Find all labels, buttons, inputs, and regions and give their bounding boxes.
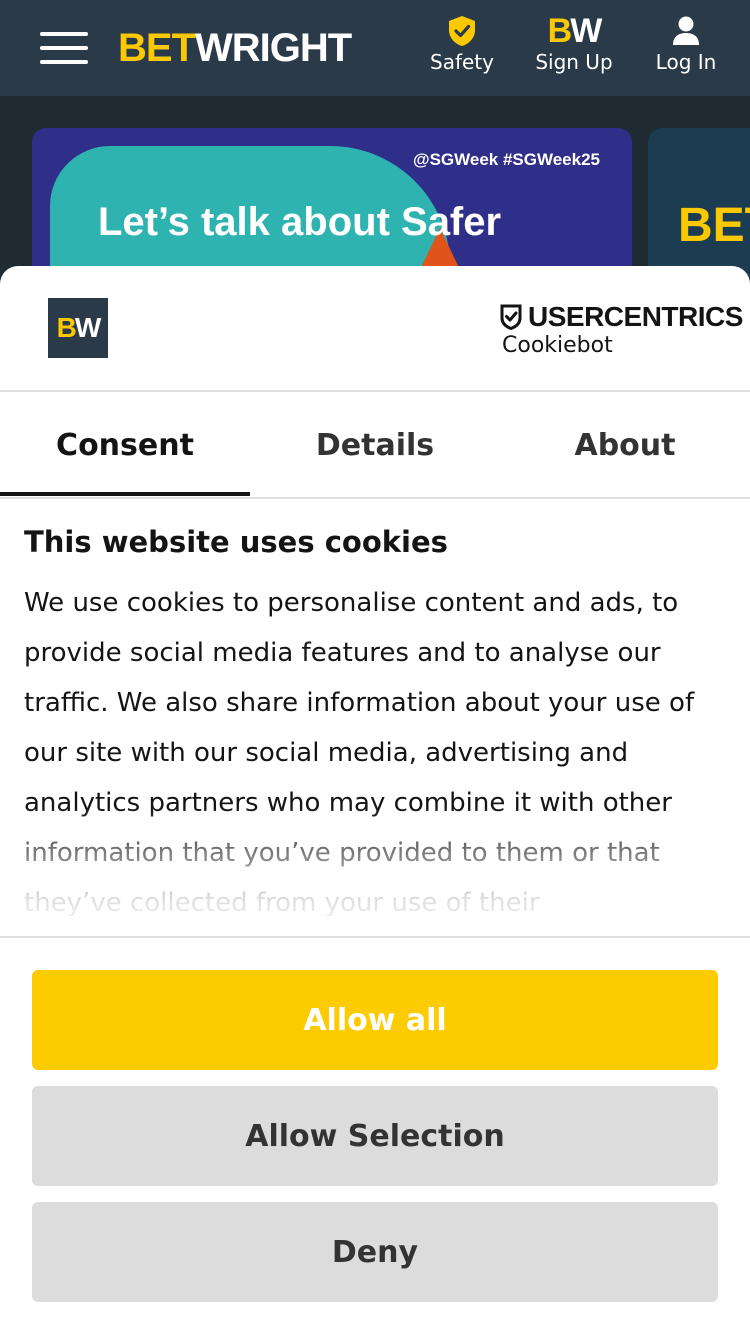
promo-headline: Let’s talk about Safer xyxy=(98,200,502,244)
buttons-divider xyxy=(0,936,750,938)
bw-logo-icon: BW xyxy=(547,12,603,50)
consent-title: This website uses cookies xyxy=(24,525,448,559)
top-header: BETWRIGHT Safety BW Sign Up Log In xyxy=(0,0,750,96)
cookie-consent-dialog: BW USERCENTRICS Cookiebot Consent Detail… xyxy=(0,266,750,1334)
tab-about[interactable]: About xyxy=(500,392,750,498)
nav-safety-label: Safety xyxy=(430,50,494,74)
active-tab-indicator xyxy=(0,492,250,496)
usercentrics-shield-icon xyxy=(500,304,522,330)
promo-hashtag: @SGWeek #SGWeek25 xyxy=(413,150,600,169)
cookiebot-label: Cookiebot xyxy=(502,333,613,358)
site-logo: BW xyxy=(48,298,108,358)
allow-all-button[interactable]: Allow all xyxy=(32,970,718,1070)
tabs-divider xyxy=(0,497,750,499)
promo-next-text: BET xyxy=(678,199,750,252)
tab-details[interactable]: Details xyxy=(250,392,500,498)
nav-safety[interactable]: Safety xyxy=(428,14,496,74)
shield-check-icon xyxy=(428,14,496,48)
brand-logo[interactable]: BETWRIGHT xyxy=(118,26,352,70)
nav-signup[interactable]: BW Sign Up xyxy=(530,14,618,74)
hamburger-menu-icon[interactable] xyxy=(40,32,88,64)
usercentrics-logo[interactable]: USERCENTRICS Cookiebot xyxy=(500,302,743,360)
consent-tabs: Consent Details About xyxy=(0,392,750,498)
content-fade xyxy=(0,806,750,936)
user-icon xyxy=(650,14,722,48)
nav-login-label: Log In xyxy=(655,50,717,74)
deny-button[interactable]: Deny xyxy=(32,1202,718,1302)
nav-signup-label: Sign Up xyxy=(535,50,613,74)
tab-consent[interactable]: Consent xyxy=(0,392,250,498)
nav-login[interactable]: Log In xyxy=(650,14,722,74)
usercentrics-name: USERCENTRICS xyxy=(528,301,743,332)
allow-selection-button[interactable]: Allow Selection xyxy=(32,1086,718,1186)
